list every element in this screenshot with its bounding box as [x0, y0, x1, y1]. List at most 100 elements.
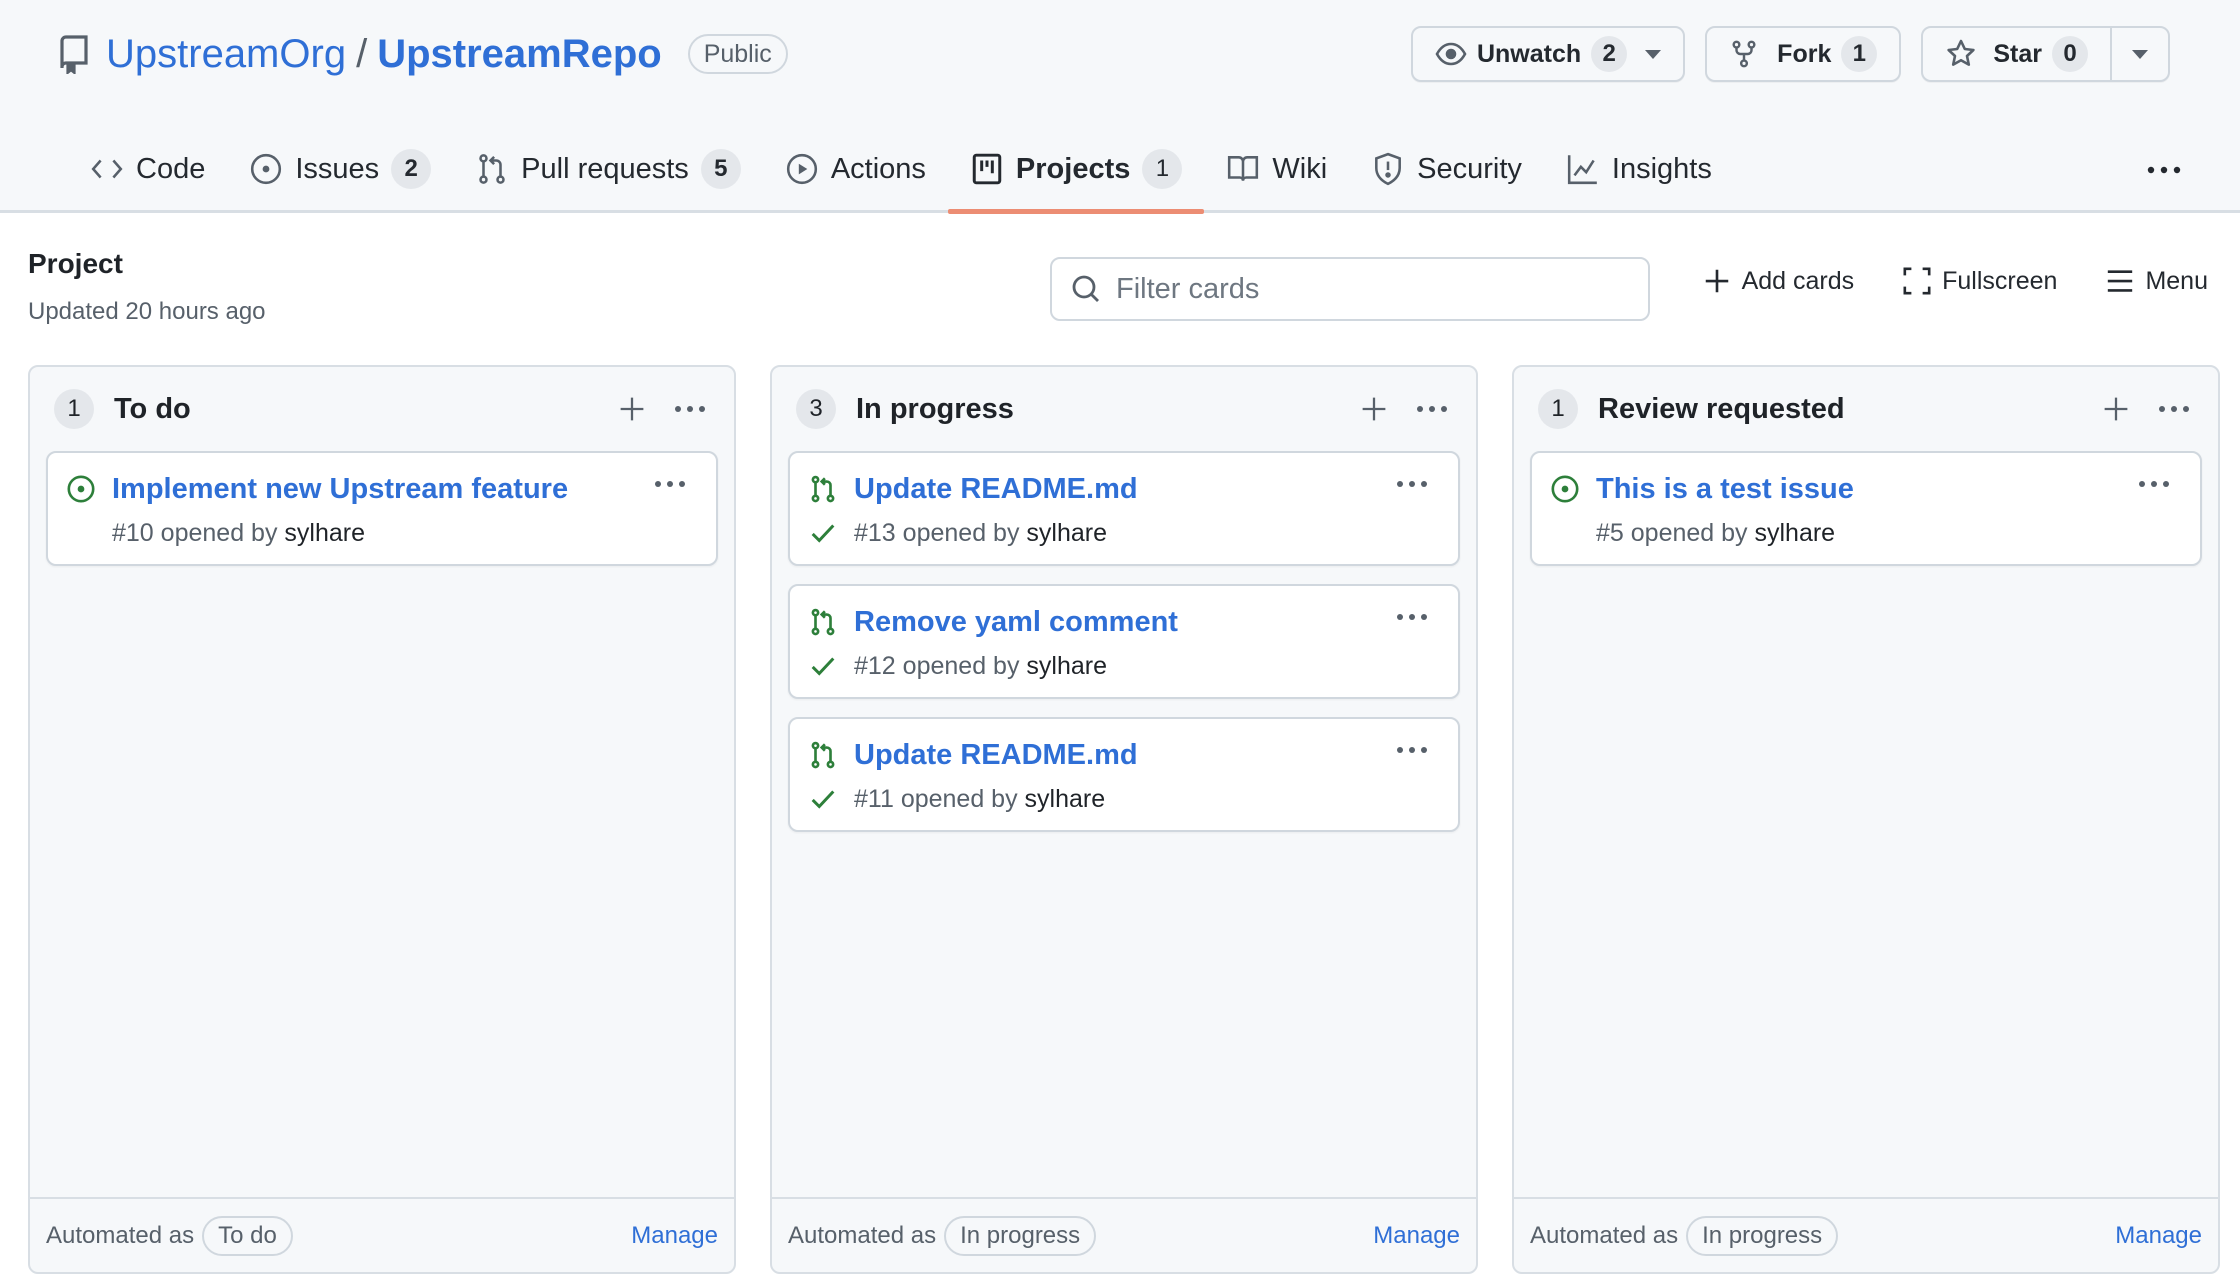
card-number: #5: [1596, 518, 1624, 547]
card-author-link[interactable]: sylhare: [1026, 652, 1107, 680]
filter-cards-field: [1050, 257, 1650, 321]
add-card-button[interactable]: [612, 389, 652, 429]
tab-label: Insights: [1611, 152, 1712, 185]
tab-pull-requests[interactable]: Pull requests 5: [453, 138, 763, 200]
tab-label: Security: [1417, 152, 1522, 185]
card-author-link[interactable]: sylhare: [1025, 785, 1106, 813]
card-title-link[interactable]: Implement new Upstream feature: [112, 473, 568, 506]
issue-opened-icon: [1550, 474, 1580, 504]
column-footer: Automated as In progress Manage: [1514, 1197, 2218, 1272]
tab-code[interactable]: Code: [68, 138, 227, 200]
project-card[interactable]: This is a test issue #5 opened by sylhar…: [1530, 451, 2202, 566]
automation-preset-badge: In progress: [944, 1215, 1097, 1256]
card-author-link[interactable]: sylhare: [1026, 519, 1107, 547]
tab-projects[interactable]: Projects 1: [947, 138, 1205, 214]
repo-tabs: Code Issues 2 Pull requests 5 Actions Pr…: [68, 138, 1734, 214]
more-tabs-button[interactable]: [2144, 150, 2184, 190]
code-icon: [90, 152, 124, 186]
kebab-horizontal-icon: [2146, 165, 2182, 175]
plus-icon: [1360, 395, 1388, 423]
card-menu-button[interactable]: [1392, 735, 1432, 765]
project-card[interactable]: Update README.md #13 opened by sylhare: [788, 451, 1460, 566]
automation-preset-badge: To do: [202, 1215, 293, 1256]
fullscreen-button[interactable]: Fullscreen: [1902, 266, 2057, 296]
card-title-link[interactable]: Remove yaml comment: [854, 606, 1178, 639]
card-title-link[interactable]: This is a test issue: [1596, 473, 1854, 506]
repo-owner-link[interactable]: UpstreamOrg: [106, 32, 346, 77]
git-pull-request-icon: [808, 607, 838, 637]
project-card[interactable]: Implement new Upstream feature #10 opene…: [46, 451, 718, 566]
star-button[interactable]: Star 0: [1923, 28, 2110, 80]
tab-security[interactable]: Security: [1349, 138, 1544, 200]
column-header: 1 To do: [30, 367, 734, 451]
repo-actions: Unwatch 2 Fork 1 Star 0: [1410, 26, 2170, 82]
add-card-button[interactable]: [2096, 389, 2136, 429]
column-cards: Implement new Upstream feature #10 opene…: [30, 451, 734, 566]
check-icon: [808, 518, 838, 548]
watch-button[interactable]: Unwatch 2: [1410, 26, 1686, 82]
card-menu-button[interactable]: [1392, 602, 1432, 632]
menu-button[interactable]: Menu: [2105, 266, 2208, 296]
add-cards-label: Add cards: [1741, 266, 1855, 295]
star-label: Star: [1993, 39, 2042, 68]
project-column: 1 To do Implement new Upstream feature #…: [28, 365, 736, 1274]
card-meta: #11 opened by sylhare: [854, 785, 1105, 814]
fork-button[interactable]: Fork 1: [1705, 26, 1902, 82]
kebab-horizontal-icon: [673, 404, 707, 414]
card-menu-button[interactable]: [2134, 469, 2174, 499]
column-menu-button[interactable]: [2154, 389, 2194, 429]
card-opened-by: opened by: [900, 784, 1018, 813]
tab-count: 5: [700, 149, 741, 189]
shield-icon: [1371, 152, 1405, 186]
project-card[interactable]: Remove yaml comment #12 opened by sylhar…: [788, 584, 1460, 699]
screen-full-icon: [1902, 266, 1932, 296]
card-menu-button[interactable]: [650, 469, 690, 499]
add-card-button[interactable]: [1354, 389, 1394, 429]
play-icon: [785, 152, 819, 186]
tab-issues[interactable]: Issues 2: [227, 138, 453, 200]
tab-actions[interactable]: Actions: [763, 138, 948, 200]
manage-automation-link[interactable]: Manage: [2115, 1222, 2202, 1250]
chevron-down-icon: [1645, 49, 1662, 59]
repo-name-link[interactable]: UpstreamRepo: [377, 32, 662, 77]
card-opened-by: opened by: [160, 518, 278, 547]
column-cards: This is a test issue #5 opened by sylhar…: [1514, 451, 2218, 566]
automated-label: Automated as: [1530, 1221, 1679, 1249]
column-menu-button[interactable]: [670, 389, 710, 429]
tab-wiki[interactable]: Wiki: [1204, 138, 1349, 200]
card-title-link[interactable]: Update README.md: [854, 473, 1138, 506]
manage-automation-link[interactable]: Manage: [1373, 1222, 1460, 1250]
tab-count: 2: [391, 149, 432, 189]
kebab-horizontal-icon: [1415, 404, 1449, 414]
star-list-dropdown[interactable]: [2110, 28, 2168, 80]
check-icon: [808, 651, 838, 681]
repo-title: UpstreamOrg / UpstreamRepo Public: [58, 26, 788, 82]
tab-insights[interactable]: Insights: [1544, 138, 1734, 200]
automation-preset-badge: In progress: [1686, 1215, 1839, 1256]
column-footer: Automated as To do Manage: [30, 1197, 734, 1272]
issue-opened-icon: [66, 474, 96, 504]
project-info: Project Updated 20 hours ago: [28, 248, 266, 326]
plus-icon: [1702, 266, 1732, 296]
add-cards-button[interactable]: Add cards: [1702, 266, 1855, 296]
menu-label: Menu: [2145, 266, 2208, 295]
filter-cards-input[interactable]: [1116, 272, 1636, 306]
repo-icon: [58, 34, 94, 74]
project-column: 1 Review requested This is a test issue …: [1512, 365, 2220, 1274]
automated-label: Automated as: [46, 1221, 195, 1249]
watch-count: 2: [1591, 36, 1628, 72]
git-pull-request-icon: [808, 740, 838, 770]
card-menu-button[interactable]: [1392, 469, 1432, 499]
graph-icon: [1566, 152, 1600, 186]
project-title: Project: [28, 248, 123, 279]
manage-automation-link[interactable]: Manage: [631, 1222, 718, 1250]
card-author-link[interactable]: sylhare: [284, 519, 365, 547]
kebab-horizontal-icon: [2137, 479, 2171, 489]
column-card-count: 1: [1538, 389, 1578, 429]
card-meta: #5 opened by sylhare: [1596, 519, 1835, 548]
column-menu-button[interactable]: [1412, 389, 1452, 429]
card-title-link[interactable]: Update README.md: [854, 739, 1138, 772]
card-author-link[interactable]: sylhare: [1755, 519, 1836, 547]
column-cards: Update README.md #13 opened by sylhare R…: [772, 451, 1476, 832]
project-card[interactable]: Update README.md #11 opened by sylhare: [788, 717, 1460, 832]
